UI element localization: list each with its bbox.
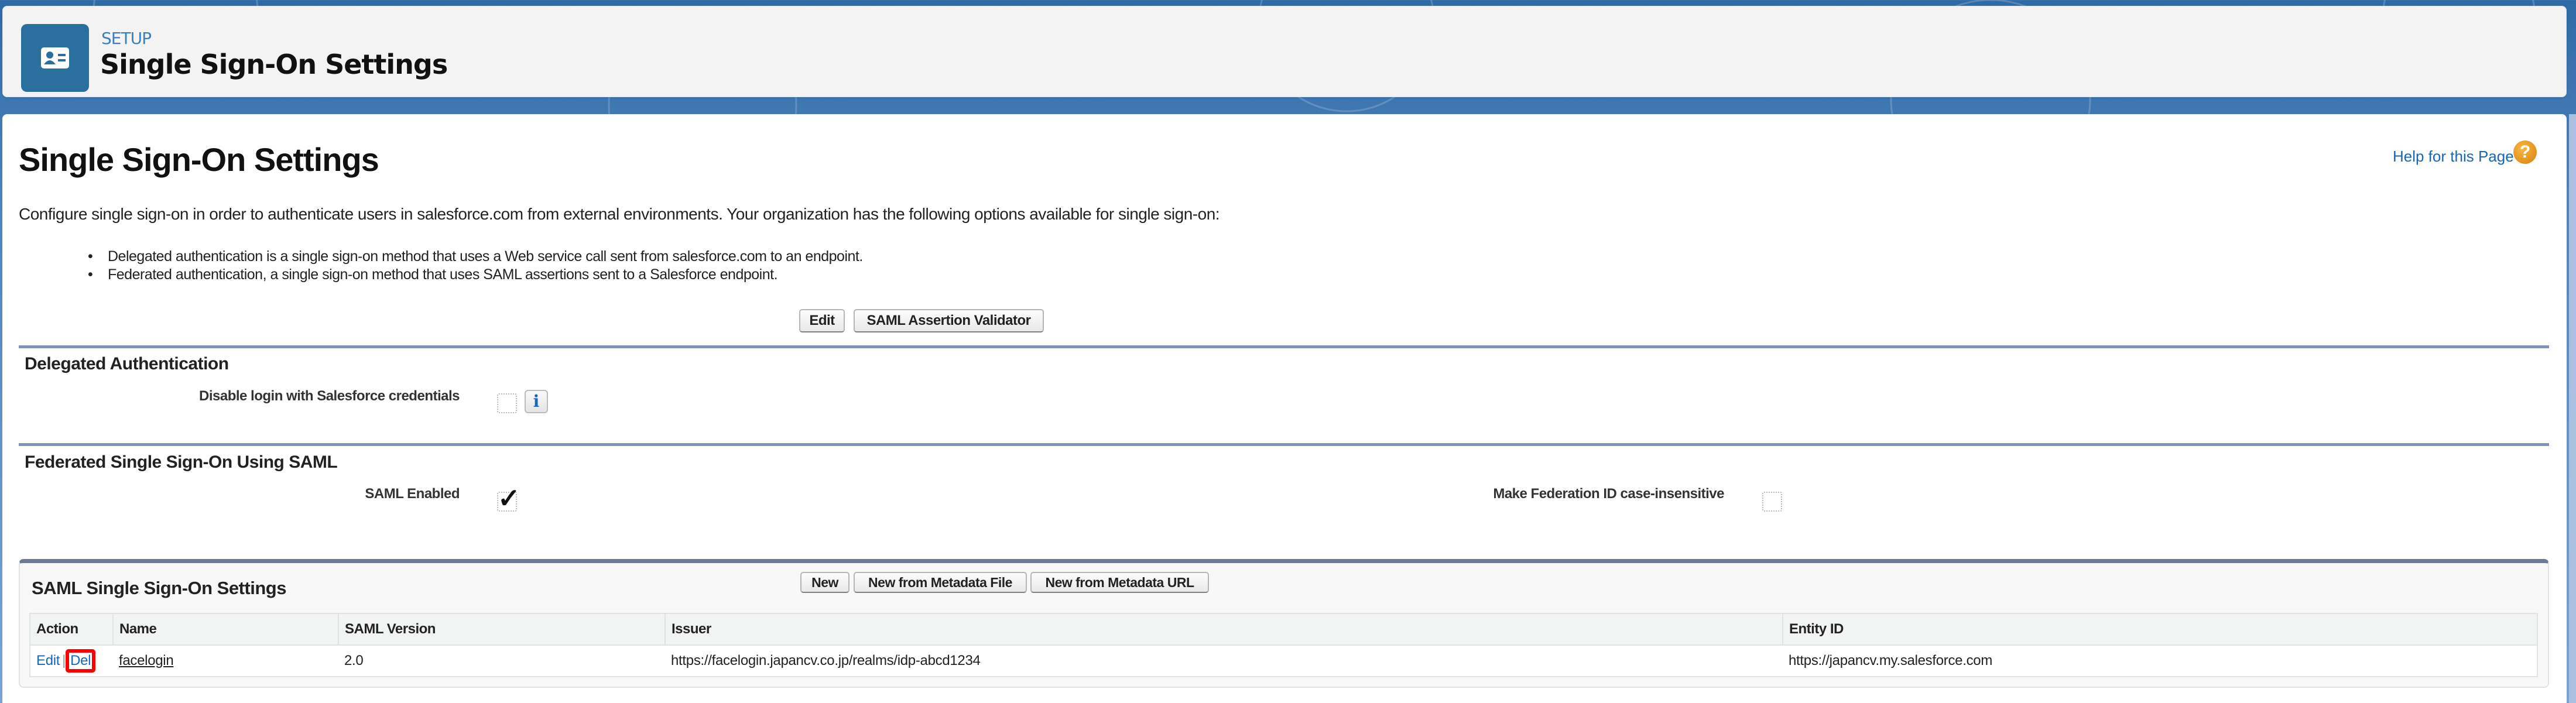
edit-button[interactable]: Edit — [799, 309, 845, 332]
list-item: Federated authentication, a single sign-… — [88, 266, 863, 284]
entity-id-cell: https://japancv.my.salesforce.com — [1783, 644, 2537, 677]
help-question-icon[interactable]: ? — [2513, 140, 2537, 164]
highlight-box: Del — [66, 649, 96, 673]
name-cell: facelogin — [113, 644, 338, 677]
section-divider — [19, 345, 2549, 348]
saml-sso-settings-title: SAML Single Sign-On Settings — [32, 578, 286, 598]
issuer-cell: https://facelogin.japancv.co.jp/realms/i… — [665, 644, 1783, 677]
column-header-saml-version[interactable]: SAML Version — [338, 613, 666, 646]
breadcrumb-setup[interactable]: SETUP — [101, 29, 152, 48]
new-from-metadata-file-button[interactable]: New from Metadata File — [854, 572, 1027, 593]
saml-config-name-link[interactable]: facelogin — [119, 653, 174, 668]
header-title: Single Sign-On Settings — [100, 49, 448, 80]
saml-enabled-label: SAML Enabled — [365, 486, 460, 502]
contact-card-icon — [21, 24, 89, 92]
saml-configurations-table: Action Name SAML Version Issuer Entity I… — [29, 613, 2538, 677]
checkmark-icon: ✓ — [498, 483, 520, 513]
new-from-metadata-url-button[interactable]: New from Metadata URL — [1030, 572, 1209, 593]
sso-options-list: Delegated authentication is a single sig… — [88, 248, 863, 284]
setup-header: SETUP Single Sign-On Settings — [2, 6, 2567, 97]
column-header-action: Action — [29, 613, 114, 646]
page-title: Single Sign-On Settings — [19, 141, 379, 178]
saml-version-cell: 2.0 — [338, 644, 665, 677]
vertical-scrollbar[interactable] — [2569, 114, 2576, 703]
edit-link[interactable]: Edit — [36, 653, 60, 668]
delete-link[interactable]: Del — [70, 653, 91, 668]
column-header-name[interactable]: Name — [112, 613, 339, 646]
disable-login-label: Disable login with Salesforce credential… — [199, 388, 460, 404]
federated-sso-heading: Federated Single Sign-On Using SAML — [25, 452, 338, 472]
page-description: Configure single sign-on in order to aut… — [19, 205, 1220, 223]
saml-sso-settings-block: SAML Single Sign-On Settings New New fro… — [19, 559, 2549, 688]
delegated-authentication-heading: Delegated Authentication — [25, 354, 229, 373]
info-icon[interactable]: i — [525, 390, 548, 413]
federation-id-case-insensitive-checkbox — [1762, 492, 1782, 512]
column-header-entity-id[interactable]: Entity ID — [1782, 613, 2538, 646]
help-for-this-page-link[interactable]: Help for this Page — [2393, 148, 2514, 166]
federation-id-case-insensitive-label: Make Federation ID case-insensitive — [1493, 486, 1724, 502]
new-button[interactable]: New — [800, 572, 849, 593]
saml-assertion-validator-button[interactable]: SAML Assertion Validator — [854, 309, 1044, 332]
table-header-row: Action Name SAML Version Issuer Entity I… — [29, 613, 2538, 646]
column-header-issuer[interactable]: Issuer — [664, 613, 1783, 646]
section-divider — [19, 443, 2549, 446]
table-row: Edit | Del facelogin 2.0 https://facelogin… — [30, 644, 2537, 677]
disable-login-checkbox — [497, 393, 517, 413]
action-cell: Edit | Del — [30, 644, 113, 677]
list-item: Delegated authentication is a single sig… — [88, 248, 863, 266]
